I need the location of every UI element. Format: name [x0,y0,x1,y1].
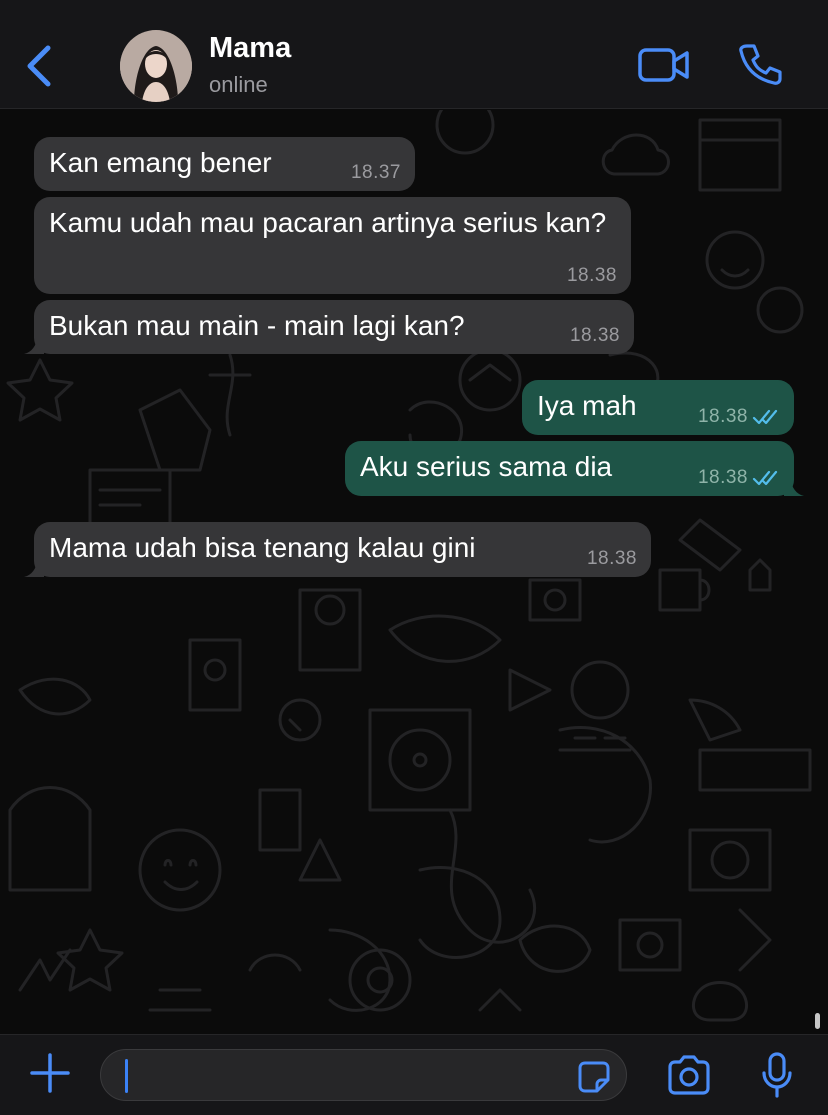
message-text: Bukan mau main - main lagi kan? [49,310,465,341]
bubble-tail [784,478,804,496]
video-camera-icon[interactable] [637,46,691,84]
message-bubble-incoming[interactable]: Kamu udah mau pacaran artinya serius kan… [34,197,631,294]
bubble-tail [24,336,44,354]
sticker-icon[interactable] [577,1060,611,1094]
plus-icon[interactable] [28,1051,72,1095]
message-time: 18.37 [350,162,401,183]
bubble-tail [24,559,44,577]
chat-header: Mama online [0,0,828,109]
message-bubble-incoming[interactable]: Mama udah bisa tenang kalau gini 18.38 [24,522,651,577]
message-text: Aku serius sama dia [360,451,613,482]
message-bubble-outgoing[interactable]: Iya mah 18.38 [522,380,794,435]
message-time: 18.38 [697,406,748,427]
contact-name[interactable]: Mama [209,32,291,65]
composer-bar [0,1034,828,1115]
camera-icon[interactable] [666,1055,712,1095]
contact-status: online [209,72,268,97]
double-check-icon [752,470,778,486]
message-text: Kamu udah mau pacaran artinya serius kan… [49,207,607,238]
message-text: Iya mah [537,390,637,421]
text-caret [125,1059,128,1093]
message-time: 18.38 [586,548,637,569]
message-time: 18.38 [566,265,617,286]
message-list[interactable]: Kan emang bener 18.37 Kamu udah mau paca… [0,110,828,1034]
message-bubble-incoming[interactable]: Kan emang bener 18.37 [34,137,415,191]
chevron-left-icon[interactable] [22,42,56,90]
double-check-icon [752,409,778,425]
message-text: Kan emang bener [49,147,272,178]
scroll-indicator[interactable] [815,1013,820,1029]
microphone-icon[interactable] [760,1051,794,1099]
avatar[interactable] [120,30,192,102]
message-input[interactable] [100,1049,627,1101]
message-bubble-outgoing[interactable]: Aku serius sama dia 18.38 [345,441,804,496]
message-bubble-incoming[interactable]: Bukan mau main - main lagi kan? 18.38 [24,300,634,354]
phone-icon[interactable] [738,42,782,86]
message-time: 18.38 [697,467,748,488]
message-text: Mama udah bisa tenang kalau gini [49,532,476,563]
message-time: 18.38 [569,325,620,346]
